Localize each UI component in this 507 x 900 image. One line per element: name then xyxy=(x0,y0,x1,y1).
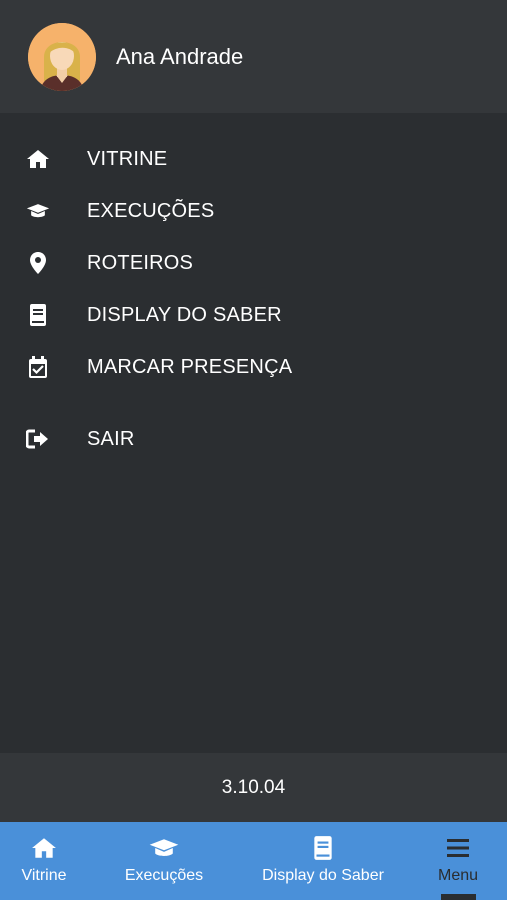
menu-item-roteiros[interactable]: ROTEIROS xyxy=(0,239,507,287)
tab-label: Vitrine xyxy=(21,867,67,884)
avatar[interactable] xyxy=(28,23,96,91)
tab-menu[interactable]: Menu xyxy=(427,822,489,900)
user-name: Ana Andrade xyxy=(116,44,244,69)
home-icon xyxy=(26,147,50,171)
menu-item-label: DISPLAY DO SABER xyxy=(87,303,282,326)
calendar-check-icon xyxy=(26,355,50,379)
map-pin-icon xyxy=(26,251,50,275)
menu-item-sair[interactable]: SAIR xyxy=(0,415,507,463)
menu-item-marcar-presenca[interactable]: MARCAR PRESENÇA xyxy=(0,343,507,391)
book-icon xyxy=(26,303,50,327)
home-icon xyxy=(31,834,57,862)
sign-out-icon xyxy=(26,427,50,451)
menu-item-execucoes[interactable]: EXECUÇÕES xyxy=(0,187,507,235)
tab-vitrine[interactable]: Vitrine xyxy=(8,822,80,900)
app-version: 3.10.04 xyxy=(221,776,286,798)
tab-label: Display do Saber xyxy=(262,867,384,884)
avatar-icon xyxy=(28,23,96,91)
version-bar: 3.10.04 xyxy=(0,753,507,822)
bottom-tab-bar: Vitrine Execuções Display do Saber Menu xyxy=(0,822,507,900)
graduation-cap-icon xyxy=(26,199,50,223)
menu-item-label: SAIR xyxy=(87,427,135,450)
menu-item-label: MARCAR PRESENÇA xyxy=(87,355,293,378)
drawer-header: Ana Andrade xyxy=(0,0,507,113)
menu-item-display-do-saber[interactable]: DISPLAY DO SABER xyxy=(0,291,507,339)
hamburger-menu-icon xyxy=(446,834,470,862)
menu-item-label: VITRINE xyxy=(87,147,168,170)
tab-display-do-saber[interactable]: Display do Saber xyxy=(254,822,392,900)
tab-label: Execuções xyxy=(124,867,204,884)
menu-item-vitrine[interactable]: VITRINE xyxy=(0,135,507,183)
graduation-cap-icon xyxy=(148,834,180,862)
tab-label: Menu xyxy=(437,867,479,884)
drawer-menu: VITRINE EXECUÇÕES ROTEIROS DISPLAY DO SA… xyxy=(0,113,507,753)
menu-item-label: ROTEIROS xyxy=(87,251,194,274)
tab-execucoes[interactable]: Execuções xyxy=(118,822,210,900)
menu-item-label: EXECUÇÕES xyxy=(87,199,215,222)
active-tab-indicator xyxy=(441,894,476,900)
book-icon xyxy=(312,834,334,862)
